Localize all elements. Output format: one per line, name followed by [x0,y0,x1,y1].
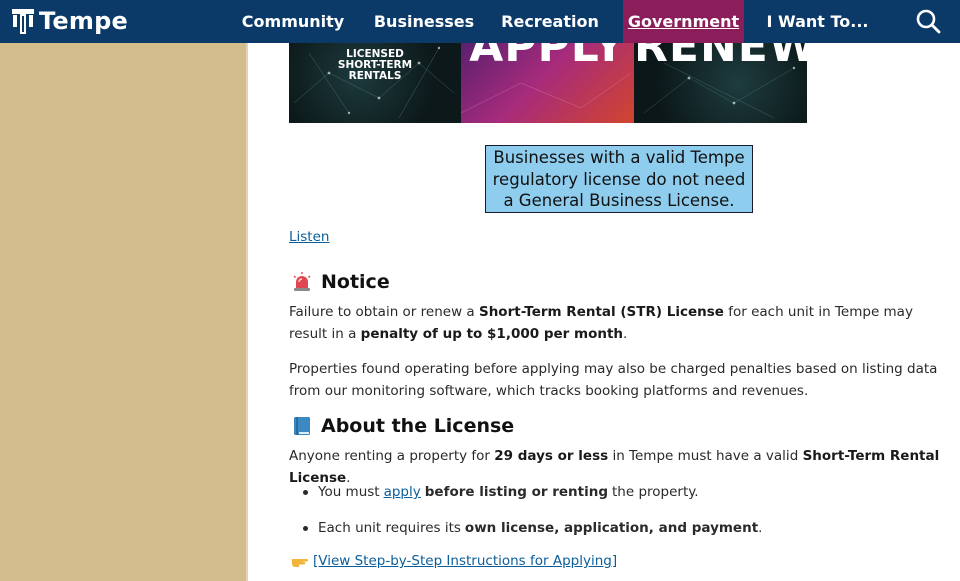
search-icon [916,9,941,34]
logo-text: Tempe [39,7,128,35]
nav-i-want-to[interactable]: I Want To... [760,0,875,43]
search-button[interactable] [910,5,946,37]
license-callout-box: Businesses with a valid Tempe regulatory… [485,145,753,213]
listen-link[interactable]: Listen [289,229,329,245]
pointing-hand-icon [291,553,309,569]
site-header: Tempe Community Businesses Recreation Go… [0,0,960,43]
hero-apply-word: APPLY [469,43,626,72]
notice-heading: Notice [291,271,390,293]
bullet-dot [303,489,308,495]
apply-link[interactable]: apply [384,484,421,500]
notice-paragraph-1: Failure to obtain or renew a Short-Term … [289,304,913,342]
nav-government[interactable]: Government [623,0,744,43]
nav-community[interactable]: Community [232,0,354,43]
tempe-logo-mark-icon [10,7,36,35]
sidebar [0,43,246,581]
rotating-light-icon [291,271,313,293]
hero-panel-renew: RENEW [634,43,807,123]
notice-paragraph-2: Properties found operating before applyi… [289,361,938,399]
hero-renew-word: RENEW [634,43,807,72]
about-title: About the License [321,415,515,437]
sidebar-divider [246,43,248,581]
blue-book-icon [291,415,313,437]
list-item-apply: You must apply before listing or renting… [303,484,699,500]
hero-licensed-label: LICENSED SHORT-TERM RENTALS [337,48,413,82]
nav-businesses[interactable]: Businesses [366,0,482,43]
hero-panel-licensed: LICENSED SHORT-TERM RENTALS [289,43,461,123]
list-item-unit-requirements: Each unit requires its own license, appl… [303,520,762,536]
instructions-row: [View Step-by-Step Instructions for Appl… [291,553,617,569]
tempe-logo[interactable]: Tempe [10,2,128,40]
nav-recreation[interactable]: Recreation [493,0,607,43]
about-paragraph: Anyone renting a property for 29 days or… [289,448,940,486]
bullet-dot [303,525,308,531]
hero-panel-apply: APPLY [461,43,634,123]
notice-title: Notice [321,271,390,293]
step-by-step-instructions-link[interactable]: [View Step-by-Step Instructions for Appl… [313,553,617,569]
hero-banner: LICENSED SHORT-TERM RENTALS APPLY RENEW [289,43,807,123]
about-heading: About the License [291,415,514,437]
